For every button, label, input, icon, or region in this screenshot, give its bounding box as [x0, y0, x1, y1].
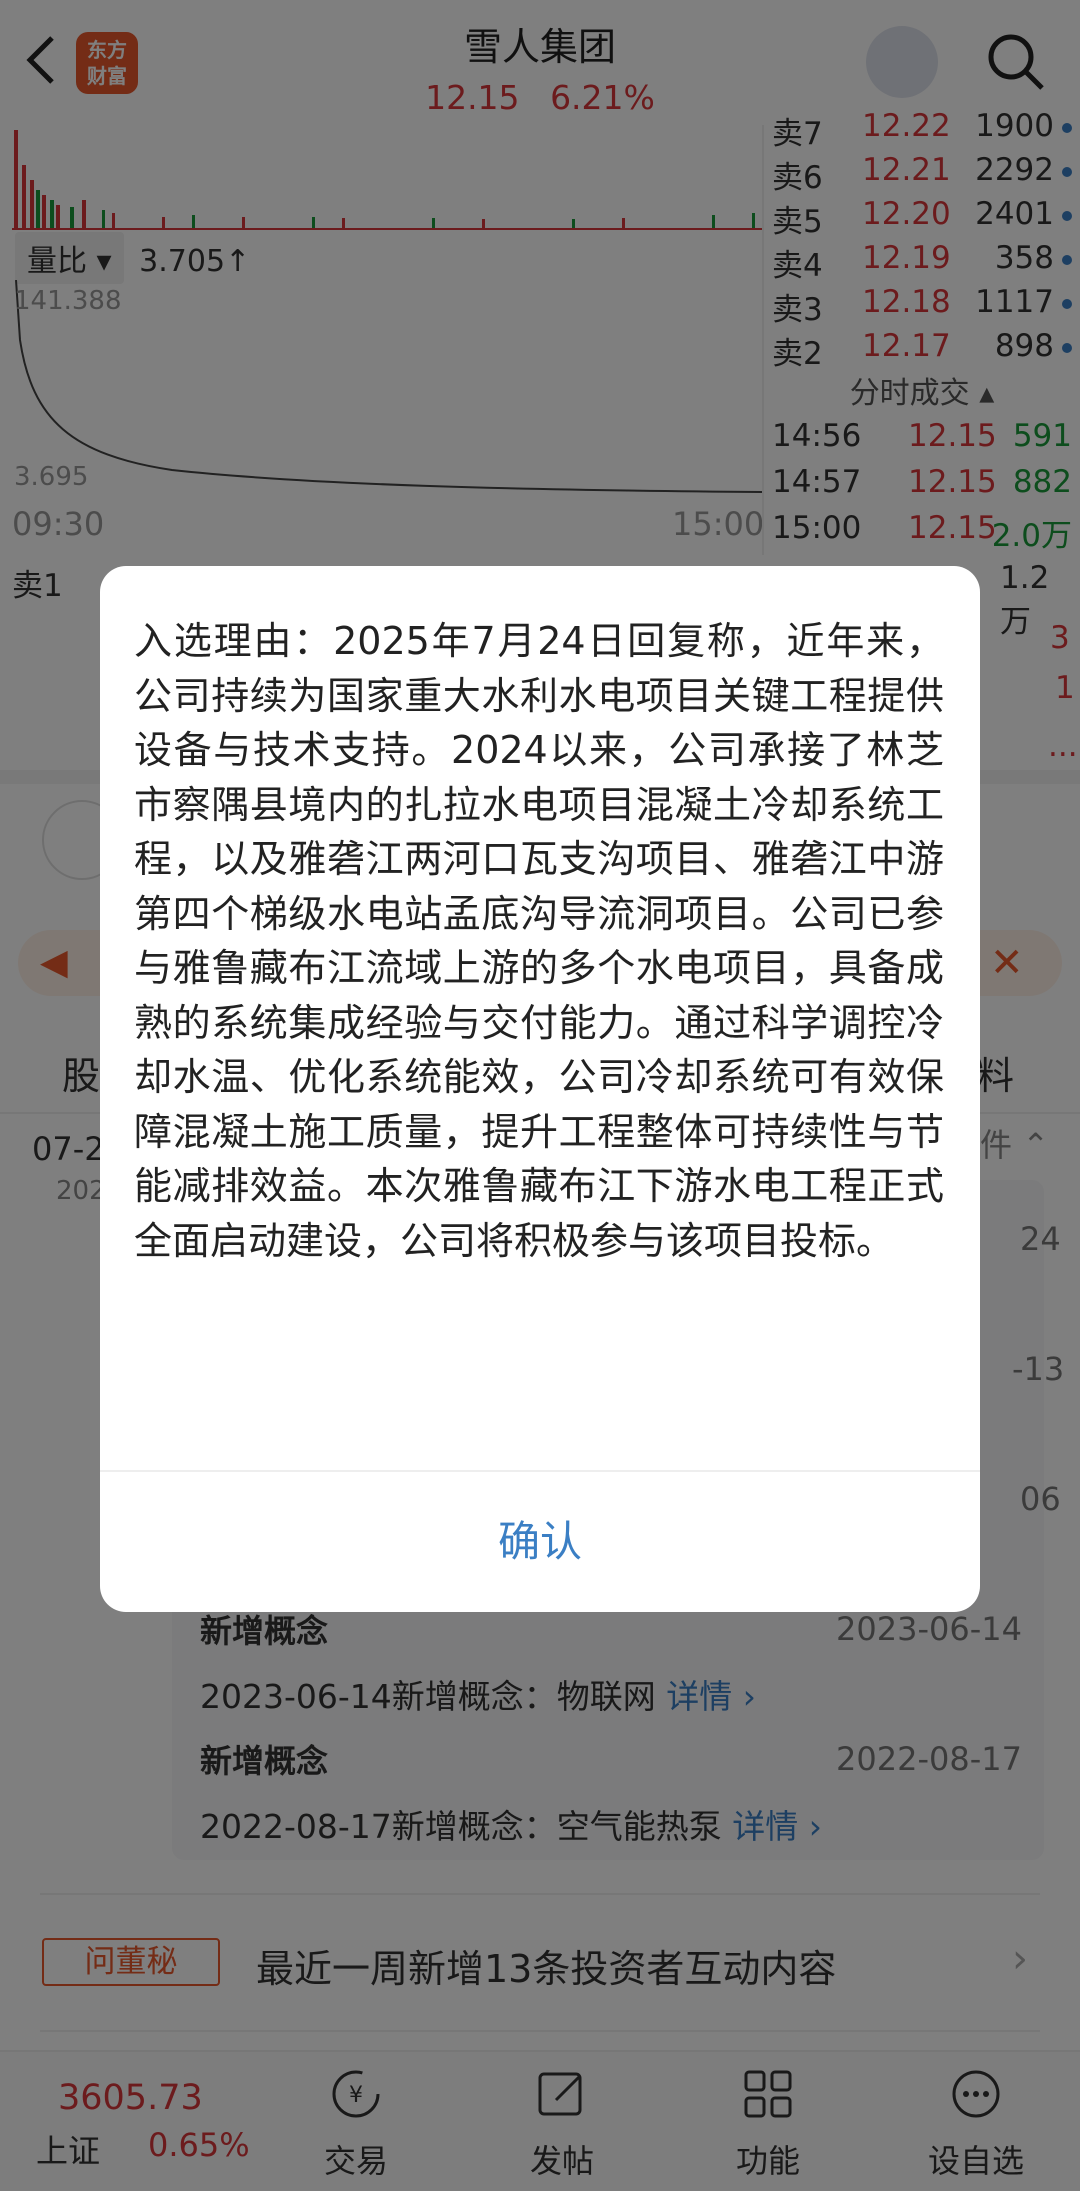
- reason-dialog: 入选理由：2025年7月24日回复称，近年来，公司持续为国家重大水利水电项目关键…: [100, 566, 980, 1612]
- dialog-text: 入选理由：2025年7月24日回复称，近年来，公司持续为国家重大水利水电项目关键…: [134, 619, 944, 1263]
- confirm-button[interactable]: 确认: [100, 1472, 980, 1612]
